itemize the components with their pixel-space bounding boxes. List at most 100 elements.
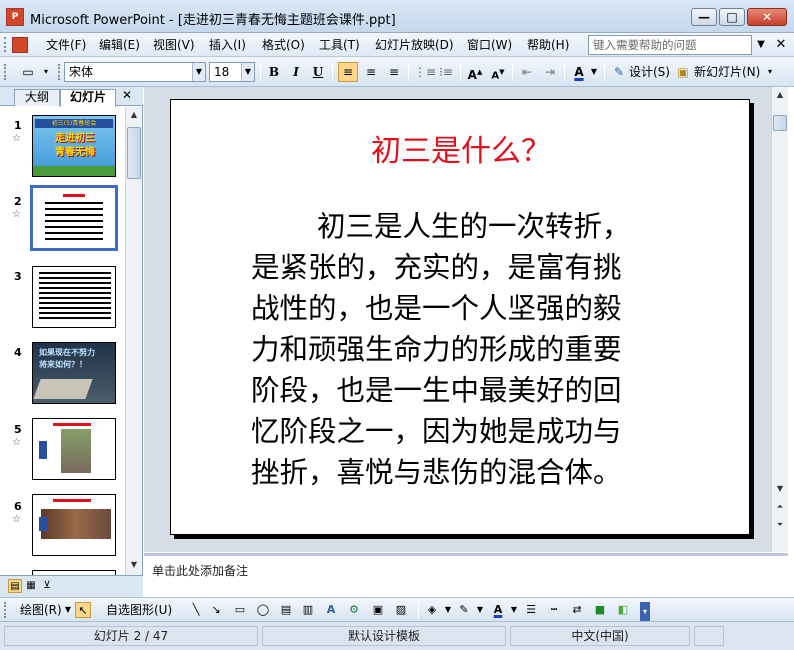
select-pointer-icon[interactable]: ↖ <box>75 602 91 618</box>
normal-view-icon[interactable]: ▤ <box>8 579 22 593</box>
toolbar-options-icon[interactable]: ▾ <box>40 62 52 82</box>
maximize-button[interactable]: □ <box>719 8 745 26</box>
menu-file[interactable]: 文件(F) <box>44 37 88 53</box>
current-slide[interactable]: 初三是什么？ 初三是人生的一次转折， 是紧张的，充实的，是富有挑 战性的，也是一… <box>170 99 750 535</box>
close-icon[interactable]: ✕ <box>122 88 132 102</box>
menu-edit[interactable]: 编辑(E) <box>97 37 142 53</box>
align-center-button[interactable]: ≡ <box>361 62 381 82</box>
new-document-icon[interactable]: ▭ <box>18 62 38 82</box>
notes-placeholder[interactable]: 单击此处添加备注 <box>152 562 248 579</box>
increase-font-icon[interactable]: A▲ <box>465 62 485 82</box>
document-icon[interactable] <box>12 37 28 53</box>
underline-button[interactable]: U <box>308 62 328 82</box>
menu-view[interactable]: 视图(V) <box>151 37 197 53</box>
numbering-icon[interactable]: ⋮≡ <box>414 62 436 82</box>
slide-thumbnail-1[interactable]: 初三(5)青春班会 走进初三 青春无悔 <box>32 115 116 177</box>
menu-slideshow[interactable]: 幻灯片放映(D) <box>373 37 456 53</box>
next-slide-icon[interactable]: ⏷ <box>772 517 788 533</box>
menu-help[interactable]: 帮助(H) <box>525 37 571 53</box>
slide-thumbnail-2[interactable] <box>30 185 118 251</box>
help-dropdown-icon[interactable]: ▼ <box>754 37 768 53</box>
bullets-icon[interactable]: ⁝≡ <box>436 62 456 82</box>
powerpoint-app-icon[interactable]: P <box>6 8 24 26</box>
toolbar-options-icon[interactable]: ▾ <box>640 602 650 622</box>
chevron-down-icon[interactable]: ▼ <box>440 602 456 618</box>
chevron-down-icon[interactable]: ▼ <box>506 602 522 618</box>
toolbar-grip-2[interactable] <box>58 64 61 80</box>
fill-color-icon[interactable]: ◈ <box>424 602 440 618</box>
design-icon[interactable]: ✎ <box>609 62 629 82</box>
font-color-icon[interactable]: A <box>490 602 506 618</box>
slide-sorter-icon[interactable]: ▦ <box>24 579 38 593</box>
draw-menu-button[interactable]: 绘图(R) <box>20 603 62 617</box>
picture-icon[interactable]: ▨ <box>393 602 409 618</box>
shadow-style-icon[interactable]: ■ <box>592 602 608 618</box>
menu-tools[interactable]: 工具(T) <box>317 37 362 53</box>
toolbar-options-icon[interactable]: ▾ <box>764 62 776 82</box>
slide-body-text[interactable]: 初三是人生的一次转折， 是紧张的，充实的，是富有挑 战性的，也是一个人坚强的毅 … <box>251 206 676 493</box>
autoshapes-button[interactable]: 自选图形(U) <box>106 603 172 617</box>
minimize-button[interactable]: — <box>691 8 717 26</box>
italic-button[interactable]: I <box>286 62 306 82</box>
toolbar-grip[interactable] <box>4 602 7 618</box>
chevron-down-icon[interactable]: ▼ <box>192 63 205 81</box>
decrease-indent-icon[interactable]: ⇤ <box>517 62 537 82</box>
textbox-icon[interactable]: ▤ <box>278 602 294 618</box>
align-right-button[interactable]: ≡ <box>384 62 404 82</box>
scroll-down-icon[interactable]: ▼ <box>126 557 142 573</box>
new-slide-button[interactable]: 新幻灯片(N) <box>694 65 760 79</box>
slideshow-icon[interactable]: ⊻ <box>40 579 54 593</box>
tab-outline[interactable]: 大纲 <box>14 89 60 106</box>
scrollbar-thumb[interactable] <box>773 115 787 131</box>
menu-window[interactable]: 窗口(W) <box>465 37 514 53</box>
slide-scrollbar[interactable]: ▲ ▼ ⏶ ⏷ <box>771 87 788 552</box>
rectangle-icon[interactable]: ▭ <box>232 602 248 618</box>
font-size-select[interactable]: 18 ▼ <box>209 62 255 82</box>
previous-slide-icon[interactable]: ⏶ <box>772 499 788 515</box>
align-left-button[interactable]: ≡ <box>338 62 358 82</box>
wordart-icon[interactable]: A <box>323 602 339 618</box>
font-color-icon[interactable]: A <box>569 62 589 82</box>
vertical-textbox-icon[interactable]: ▥ <box>300 602 316 618</box>
new-slide-icon[interactable]: ▣ <box>673 62 693 82</box>
document-close-icon[interactable]: ✕ <box>774 37 788 53</box>
bold-button[interactable]: B <box>264 62 284 82</box>
arrow-icon[interactable]: ↘ <box>208 602 224 618</box>
tab-slides[interactable]: 幻灯片 <box>60 89 116 107</box>
slide-thumbnail-3[interactable] <box>32 266 116 328</box>
increase-indent-icon[interactable]: ⇥ <box>540 62 560 82</box>
close-button[interactable]: ✕ <box>747 8 787 26</box>
line-color-icon[interactable]: ✎ <box>456 602 472 618</box>
clipart-icon[interactable]: ▣ <box>370 602 386 618</box>
help-search-input[interactable]: 键入需要帮助的问题 <box>588 35 752 55</box>
slide-thumbnail-5[interactable] <box>32 418 116 480</box>
font-name-select[interactable]: 宋体 ▼ <box>64 62 206 82</box>
line-icon[interactable]: ╲ <box>188 602 204 618</box>
menu-insert[interactable]: 插入(I) <box>207 37 248 53</box>
line-style-icon[interactable]: ☰ <box>523 602 539 618</box>
slide-title[interactable]: 初三是什么？ <box>171 132 751 172</box>
toolbar-grip[interactable] <box>4 64 7 80</box>
menu-format[interactable]: 格式(O) <box>260 37 307 53</box>
chevron-down-icon[interactable]: ▼ <box>589 62 599 82</box>
scroll-up-icon[interactable]: ▲ <box>126 107 142 123</box>
chevron-down-icon[interactable]: ▼ <box>241 63 254 81</box>
chevron-down-icon[interactable]: ▼ <box>472 602 488 618</box>
decrease-font-icon[interactable]: A▼ <box>488 62 508 82</box>
diagram-icon[interactable]: ⚙ <box>346 602 362 618</box>
slide-thumbnail-4[interactable]: 如果现在不努力 将来如何？！ <box>32 342 116 404</box>
design-button[interactable]: 设计(S) <box>629 65 670 79</box>
arrow-style-icon[interactable]: ⇄ <box>569 602 585 618</box>
design-template-name[interactable]: 默认设计模板 <box>262 626 506 646</box>
scrollbar-thumb[interactable] <box>127 127 141 179</box>
scroll-up-icon[interactable]: ▲ <box>772 87 788 103</box>
pane-scrollbar[interactable]: ▲ ▼ <box>125 107 142 575</box>
menu-grip[interactable] <box>4 37 7 52</box>
notes-pane[interactable]: 单击此处添加备注 <box>144 553 788 597</box>
3d-style-icon[interactable]: ◧ <box>615 602 631 618</box>
chevron-down-icon[interactable]: ▼ <box>60 602 76 618</box>
slide-thumbnail-6[interactable] <box>32 494 116 556</box>
dash-style-icon[interactable]: ┅ <box>546 602 562 618</box>
scroll-down-icon[interactable]: ▼ <box>772 481 788 497</box>
oval-icon[interactable]: ◯ <box>255 602 271 618</box>
